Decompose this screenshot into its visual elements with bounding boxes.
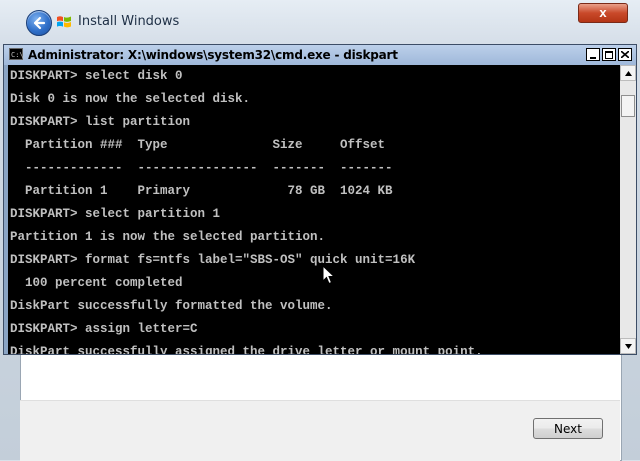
back-arrow-icon xyxy=(33,16,46,30)
cmd-window: C:\ Administrator: X:\windows\system32\c… xyxy=(3,44,637,355)
scroll-thumb[interactable] xyxy=(621,95,635,117)
console-line: Partition 1 is now the selected partitio… xyxy=(10,230,326,244)
console-line: DISKPART> select partition 1 xyxy=(10,207,221,221)
cmd-icon: C:\ xyxy=(9,48,24,60)
console-line: Partition ### Type Size Offset xyxy=(10,138,386,152)
console-line: DISKPART> list partition xyxy=(10,115,191,129)
next-button[interactable]: Next xyxy=(533,418,603,439)
console-line: Partition 1 Primary 78 GB 1024 KB xyxy=(10,184,393,198)
setup-close-button[interactable]: x xyxy=(578,3,628,23)
console-output[interactable]: DISKPART> select disk 0 Disk 0 is now the… xyxy=(8,65,620,354)
console-line: DISKPART> assign letter=C xyxy=(10,322,198,336)
setup-footer xyxy=(20,400,620,461)
console-line: DISKPART> format fs=ntfs label="SBS-OS" … xyxy=(10,253,416,267)
next-button-label: Next xyxy=(554,422,582,436)
close-icon xyxy=(621,51,629,58)
console-line: DiskPart successfully formatted the volu… xyxy=(10,299,333,313)
scroll-down-arrow-icon xyxy=(625,344,632,349)
scroll-up-button[interactable] xyxy=(620,65,636,81)
console-line: Disk 0 is now the selected disk. xyxy=(10,92,251,106)
scroll-down-button[interactable] xyxy=(620,338,636,354)
minimize-button[interactable] xyxy=(586,48,600,61)
close-button[interactable] xyxy=(618,48,632,61)
console-line: 100 percent completed xyxy=(10,276,183,290)
setup-window-title: Install Windows xyxy=(78,14,180,29)
mouse-pointer-icon xyxy=(322,265,336,285)
maximize-button[interactable] xyxy=(602,48,616,61)
console-lines: DISKPART> select disk 0 Disk 0 is now the… xyxy=(10,65,483,354)
back-button[interactable] xyxy=(26,10,52,36)
setup-titlebar: Install Windows x xyxy=(0,0,640,45)
console-line: ------------- ---------------- ------- -… xyxy=(10,161,393,175)
console-line: DiskPart successfully assigned the drive… xyxy=(10,345,483,354)
windows-logo-icon xyxy=(57,16,71,28)
cmd-window-title: Administrator: X:\windows\system32\cmd.e… xyxy=(28,48,398,62)
console-line: DISKPART> select disk 0 xyxy=(10,69,183,83)
cmd-titlebar[interactable]: C:\ Administrator: X:\windows\system32\c… xyxy=(4,45,636,65)
scroll-up-arrow-icon xyxy=(625,71,632,76)
vertical-scrollbar[interactable] xyxy=(620,65,636,354)
